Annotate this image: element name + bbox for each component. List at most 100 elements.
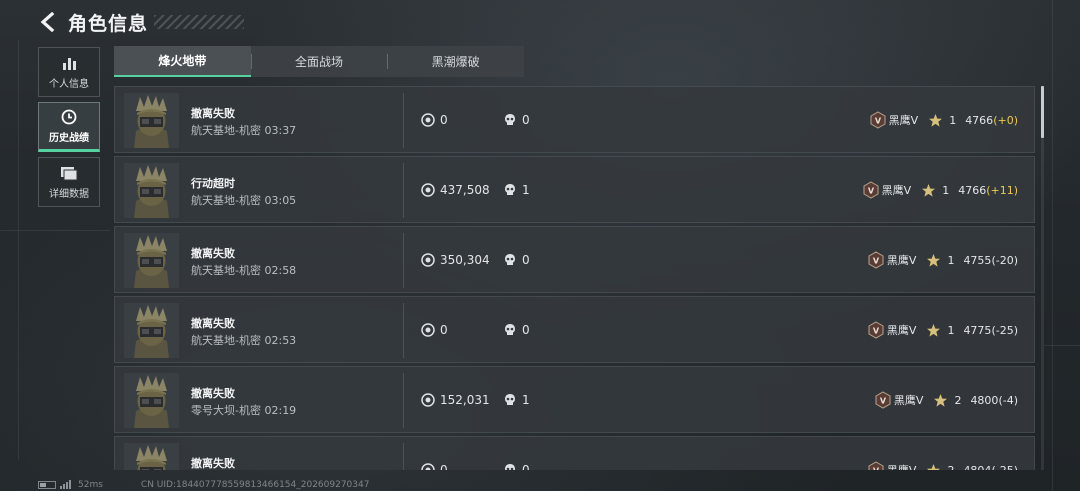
rank-name: 黑鹰V [888, 114, 919, 127]
sidebar-item-detailed-data[interactable]: 详细数据 [38, 157, 100, 207]
money-value: 0 [440, 323, 448, 337]
rank-score: 4800 [970, 393, 999, 407]
score-delta: (-25) [991, 323, 1018, 337]
score-delta: (-4) [998, 393, 1018, 407]
match-record-row[interactable]: 撤离失败 0 0 V 黑鹰V 2 4804(-25) [114, 436, 1035, 470]
match-record-row[interactable]: 撤离失败 航天基地-机密 02:53 0 0 V 黑鹰V 1 4775 (-25) [114, 296, 1035, 363]
scrollbar-thumb[interactable] [1041, 86, 1044, 138]
operator-avatar [124, 373, 179, 428]
money-value: 152,031 [440, 393, 490, 407]
skull-icon [503, 253, 517, 267]
rank-badge-icon: V [862, 181, 880, 199]
rank-name: 黑鹰V [893, 394, 924, 407]
sidebar-item-history[interactable]: 历史战绩 [38, 102, 100, 152]
record-map: 零号大坝-机密 02:19 [191, 402, 296, 418]
map-name: 零号大坝-机密 [191, 404, 261, 417]
record-map: 航天基地-机密 02:58 [191, 262, 296, 278]
rank-badge-icon: V [867, 461, 885, 470]
stars-count: 1 [947, 253, 955, 267]
operator-avatar [124, 233, 179, 288]
rank-badge-icon: V [867, 321, 885, 339]
skull-icon [503, 113, 517, 127]
match-record-row[interactable]: 行动超时 航天基地-机密 03:05 437,508 1 V 黑鹰V 1 476… [114, 156, 1035, 223]
skull-icon [503, 393, 517, 407]
skull-icon [503, 323, 517, 337]
divider [403, 93, 404, 148]
signal-icon [60, 480, 72, 489]
scrollbar[interactable] [1041, 86, 1044, 470]
title-decoration [154, 15, 245, 29]
tab-full-battlefield[interactable]: 全面战场 [250, 46, 388, 77]
match-duration: 02:58 [264, 264, 297, 277]
header: 角色信息 [36, 8, 245, 36]
skull-icon [503, 183, 517, 197]
money-value: 437,508 [440, 183, 490, 197]
coin-icon [421, 393, 435, 407]
score-delta: (+11) [986, 183, 1018, 197]
record-result: 撤离失败 [191, 317, 235, 330]
svg-text:V: V [873, 327, 880, 336]
rank-score: 4755 [963, 253, 992, 267]
money-stat: 437,508 [421, 183, 490, 197]
sidebar-item-label: 个人信息 [49, 79, 89, 90]
star-icon [928, 113, 943, 128]
divider [403, 373, 404, 428]
money-stat: 0 [421, 323, 448, 337]
score-delta: (-25) [991, 463, 1018, 471]
star-icon [933, 393, 948, 408]
divider [403, 303, 404, 358]
kills-stat: 0 [503, 253, 530, 267]
uid-text: CN UID:18440777855981346615​4_2026092703… [140, 479, 370, 490]
match-record-row[interactable]: 撤离失败 零号大坝-机密 02:19 152,031 1 V 黑鹰V 2 480… [114, 366, 1035, 433]
divider [403, 443, 404, 470]
sidebar-item-personal-info[interactable]: 个人信息 [38, 47, 100, 97]
match-record-row[interactable]: 撤离失败 航天基地-机密 03:37 0 0 V 黑鹰V 1 4766 (+0) [114, 86, 1035, 153]
rank-badge-icon: V [874, 391, 892, 409]
match-record-row[interactable]: 撤离失败 航天基地-机密 02:58 350,304 0 V 黑鹰V 1 475… [114, 226, 1035, 293]
kills-stat: 0 [503, 113, 530, 127]
match-duration: 03:05 [264, 194, 297, 207]
skull-icon [503, 463, 517, 470]
kills-stat: 1 [503, 183, 530, 197]
rank-info: V 黑鹰V 2 4804(-25) [867, 461, 1018, 470]
rank-name: 黑鹰V [886, 254, 917, 267]
match-duration: 02:19 [264, 404, 297, 417]
map-name: 航天基地-机密 [191, 194, 261, 207]
operator-avatar [124, 303, 179, 358]
rank-info: V 黑鹰V 1 4755 (-20) [867, 251, 1018, 269]
match-duration: 02:53 [264, 334, 297, 347]
map-name: 航天基地-机密 [191, 264, 261, 277]
page-title: 角色信息 [68, 12, 149, 35]
divider [403, 233, 404, 288]
tab-beacon-zone[interactable]: 烽火地带 [114, 46, 251, 77]
money-value: 0 [440, 113, 448, 127]
status-footer: 52ms CN UID:18440777855981346615​4_20260… [38, 478, 369, 491]
record-result: 撤离失败 [191, 107, 235, 120]
match-history-list[interactable]: 撤离失败 航天基地-机密 03:37 0 0 V 黑鹰V 1 4766(+0) [114, 86, 1035, 470]
svg-text:V: V [868, 187, 875, 196]
rank-name: 黑鹰V [886, 324, 917, 337]
background-grid-line [1044, 345, 1080, 346]
money-value: 350,304 [440, 253, 490, 267]
operator-avatar [124, 443, 179, 470]
star-icon [921, 183, 936, 198]
kills-value: 0 [522, 113, 530, 127]
tab-black-tide[interactable]: 黑潮爆破 [387, 46, 524, 77]
background-grid-line [0, 230, 110, 231]
stars-count: 2 [954, 393, 962, 407]
stars-count: 1 [942, 183, 950, 197]
divider [403, 163, 404, 218]
stars-count: 2 [947, 463, 955, 471]
stars-count: 1 [949, 113, 957, 127]
record-result: 撤离失败 [191, 387, 235, 400]
star-icon [926, 323, 941, 338]
svg-text:V: V [875, 117, 882, 126]
coin-icon [421, 113, 435, 127]
operator-avatar [124, 163, 179, 218]
back-button[interactable] [36, 10, 60, 34]
svg-text:V: V [873, 257, 880, 266]
money-stat: 152,031 [421, 393, 490, 407]
rank-score: 4766 [958, 183, 987, 197]
star-icon [926, 463, 941, 470]
rank-score: 4775 [963, 323, 992, 337]
